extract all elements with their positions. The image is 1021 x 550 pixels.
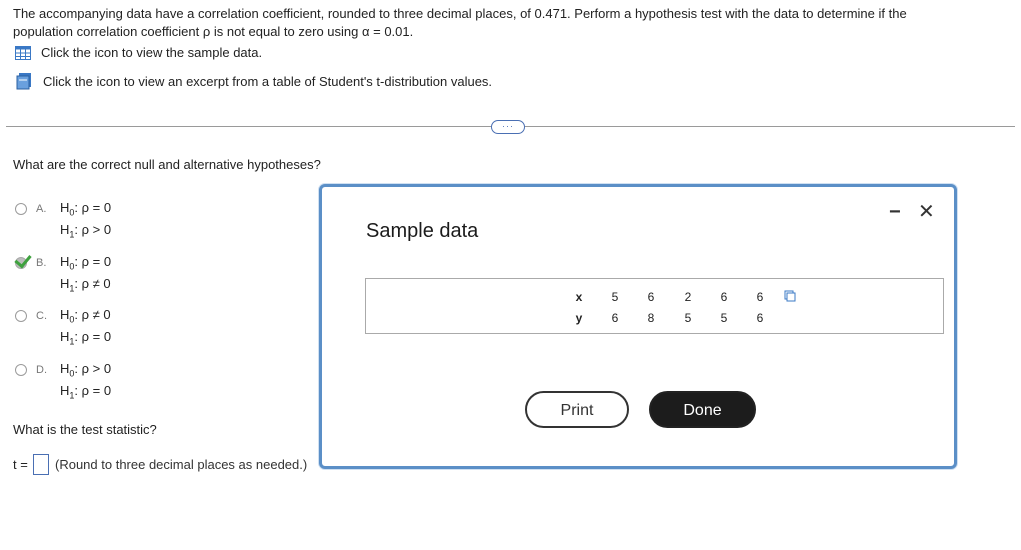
y-value: 6 xyxy=(756,311,764,325)
alternative-hypothesis: H1: ρ = 0 xyxy=(60,329,112,347)
alternative-hypothesis: H1: ρ > 0 xyxy=(60,222,112,240)
intro-text-line-2: population correlation coefficient ρ is … xyxy=(13,24,414,39)
t-table-link-text: Click the icon to view an excerpt from a… xyxy=(43,73,493,89)
expand-more-button[interactable]: ··· xyxy=(491,120,525,134)
choice-a[interactable]: A. H0: ρ = 0 H1: ρ > 0 xyxy=(15,200,155,244)
book-icon[interactable] xyxy=(15,72,33,90)
x-value: 6 xyxy=(647,290,655,304)
x-value: 6 xyxy=(756,290,764,304)
choice-letter: A. xyxy=(36,203,47,215)
choice-c[interactable]: C. H0: ρ ≠ 0 H1: ρ = 0 xyxy=(15,307,155,351)
choice-letter: C. xyxy=(36,310,47,322)
radio-button[interactable] xyxy=(15,203,27,215)
dialog-title: Sample data xyxy=(366,220,479,242)
minimize-button[interactable]: − xyxy=(889,201,901,223)
question-test-statistic: What is the test statistic? xyxy=(13,422,157,437)
sample-data-table: x y 5 6 2 6 6 6 8 5 5 6 xyxy=(365,278,944,334)
t-table-link-row[interactable]: Click the icon to view an excerpt from a… xyxy=(15,72,492,90)
choice-letter: B. xyxy=(36,257,47,269)
x-value: 2 xyxy=(684,290,692,304)
y-value: 6 xyxy=(611,311,619,325)
choice-d[interactable]: D. H0: ρ > 0 H1: ρ = 0 xyxy=(15,361,155,405)
x-row-header: x xyxy=(575,290,583,304)
null-hypothesis: H0: ρ = 0 xyxy=(60,200,112,218)
choice-b[interactable]: B. H0: ρ = 0 H1: ρ ≠ 0 xyxy=(14,250,155,298)
sample-data-dialog: Sample data − ✕ x y 5 6 2 6 6 6 8 5 5 6 … xyxy=(319,184,957,469)
copy-icon[interactable] xyxy=(784,290,796,302)
grid-table-icon[interactable] xyxy=(15,45,31,60)
null-hypothesis: H0: ρ ≠ 0 xyxy=(60,307,111,325)
y-value: 5 xyxy=(720,311,728,325)
t-equals-label: t = xyxy=(13,457,28,472)
print-button[interactable]: Print xyxy=(525,391,629,428)
rounding-hint: (Round to three decimal places as needed… xyxy=(55,457,308,472)
sample-data-link-row[interactable]: Click the icon to view the sample data. xyxy=(15,45,262,60)
radio-button[interactable] xyxy=(15,310,27,322)
null-hypothesis: H0: ρ > 0 xyxy=(60,361,112,379)
null-hypothesis: H0: ρ = 0 xyxy=(60,254,112,272)
done-button[interactable]: Done xyxy=(649,391,756,428)
sample-data-link-text: Click the icon to view the sample data. xyxy=(41,45,263,60)
intro-text-line-1: The accompanying data have a correlation… xyxy=(13,6,907,21)
alternative-hypothesis: H1: ρ = 0 xyxy=(60,383,112,401)
y-row-header: y xyxy=(575,311,583,325)
x-value: 6 xyxy=(720,290,728,304)
radio-button[interactable] xyxy=(15,364,27,376)
alternative-hypothesis: H1: ρ ≠ 0 xyxy=(60,276,111,294)
question-hypotheses: What are the correct null and alternativ… xyxy=(13,157,321,172)
x-value: 5 xyxy=(611,290,619,304)
close-button[interactable]: ✕ xyxy=(918,201,935,223)
choice-letter: D. xyxy=(36,364,47,376)
y-value: 5 xyxy=(684,311,692,325)
test-statistic-input[interactable] xyxy=(33,454,49,475)
y-value: 8 xyxy=(647,311,655,325)
